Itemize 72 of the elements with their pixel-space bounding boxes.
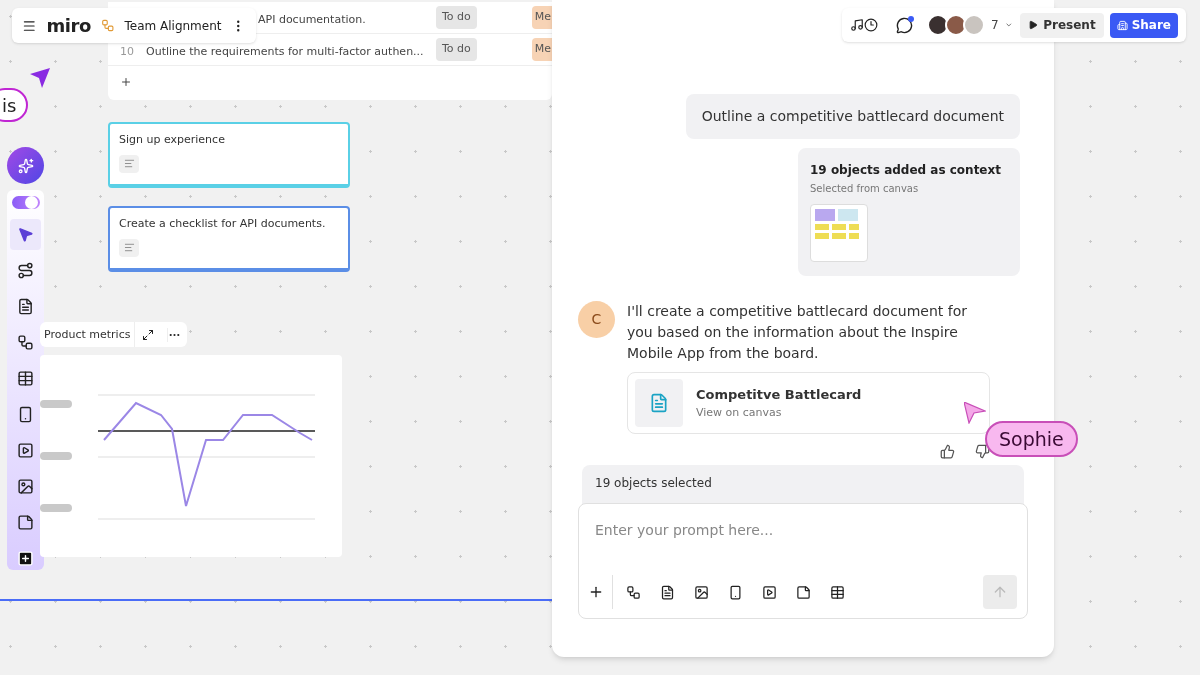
nodes-icon[interactable] bbox=[626, 584, 641, 600]
label-placeholder bbox=[40, 504, 72, 512]
add-icon[interactable] bbox=[588, 584, 604, 600]
document-subtitle: View on canvas bbox=[696, 404, 783, 421]
sparkle-icon bbox=[17, 157, 34, 174]
context-title: 19 objects added as context bbox=[810, 162, 1001, 179]
priority-tag: Me bbox=[531, 6, 552, 29]
expand-icon[interactable] bbox=[142, 328, 155, 341]
image-icon bbox=[17, 478, 34, 495]
assistant-message: I'll create a competitive battlecard document for you based on the information about the Inspire Mobile App from the board. bbox=[627, 302, 969, 363]
canvas-thumbnail bbox=[810, 204, 868, 262]
context-subtitle: Selected from canvas bbox=[810, 182, 920, 196]
document-card[interactable]: Competitve Battlecard View on canvas bbox=[627, 372, 990, 434]
description-icon bbox=[119, 154, 139, 173]
chat-icon[interactable] bbox=[896, 16, 913, 34]
collaborator-count[interactable]: 7 bbox=[991, 16, 999, 34]
selection-bar: 19 objects selected bbox=[582, 465, 1024, 505]
add-row-icon[interactable] bbox=[120, 76, 132, 88]
phone-icon[interactable] bbox=[728, 584, 743, 600]
nodes-icon bbox=[17, 334, 34, 351]
thumbs-up-icon[interactable] bbox=[940, 444, 955, 459]
plus-square-icon bbox=[17, 550, 34, 567]
board-name[interactable]: Team Alignment bbox=[124, 16, 222, 35]
ai-mode-toggle[interactable] bbox=[11, 196, 40, 209]
cursor-icon bbox=[964, 402, 986, 424]
user-message: Outline a competitive battlecard document bbox=[685, 94, 1020, 139]
label-placeholder bbox=[40, 452, 72, 460]
ai-assistant-button[interactable] bbox=[7, 147, 44, 184]
logo[interactable]: miro bbox=[46, 12, 91, 39]
video-card-icon[interactable] bbox=[762, 584, 777, 600]
priority-tag: Me bbox=[531, 38, 552, 61]
cursor-icon bbox=[30, 68, 50, 88]
prompt-input[interactable]: Enter your prompt here... bbox=[595, 520, 1011, 541]
description-icon bbox=[119, 238, 139, 257]
avatar bbox=[945, 14, 967, 36]
board-icon bbox=[100, 18, 115, 33]
status-tag: To do bbox=[436, 6, 477, 29]
document-icon bbox=[649, 393, 669, 413]
card-text: Create a checklist for API documents. bbox=[119, 216, 326, 232]
present-button[interactable]: Present bbox=[1020, 12, 1104, 38]
task-text: Outline the requirements for multi-factor authen... bbox=[146, 44, 425, 58]
label-placeholder bbox=[40, 400, 72, 408]
assistant-avatar: C bbox=[578, 301, 615, 338]
document-title: Competitve Battlecard bbox=[696, 386, 862, 404]
table-icon[interactable] bbox=[830, 584, 845, 600]
thumbs-down-icon[interactable] bbox=[975, 444, 990, 459]
play-icon bbox=[1028, 20, 1039, 30]
building-icon bbox=[1116, 19, 1128, 31]
connector-icon bbox=[17, 262, 34, 279]
text-card[interactable]: Sign up experience bbox=[108, 122, 350, 188]
timer-icon[interactable] bbox=[864, 18, 878, 32]
status-tag: To do bbox=[436, 38, 477, 61]
cursor-name-tag: Sophie bbox=[985, 421, 1078, 457]
text-card[interactable]: Create a checklist for API documents. bbox=[108, 206, 350, 272]
document-icon[interactable] bbox=[660, 584, 675, 600]
more-icon[interactable] bbox=[167, 327, 182, 342]
cursor-name-tag: is bbox=[0, 88, 29, 122]
sticky-note-icon[interactable] bbox=[796, 584, 811, 600]
task-text: API documentation. bbox=[258, 12, 367, 26]
widget-title: Product metrics bbox=[40, 322, 136, 347]
row-number: 10 bbox=[119, 44, 135, 58]
sticky-note-icon bbox=[17, 514, 34, 531]
table-icon bbox=[17, 370, 34, 387]
avatar bbox=[927, 14, 949, 36]
document-icon bbox=[17, 298, 34, 315]
pointer-icon bbox=[17, 226, 34, 243]
image-icon[interactable] bbox=[694, 584, 709, 600]
share-button[interactable]: Share bbox=[1109, 12, 1178, 38]
card-text: Sign up experience bbox=[119, 132, 225, 148]
phone-icon bbox=[17, 406, 34, 423]
video-card-icon bbox=[17, 442, 34, 459]
music-icon[interactable] bbox=[850, 18, 864, 32]
